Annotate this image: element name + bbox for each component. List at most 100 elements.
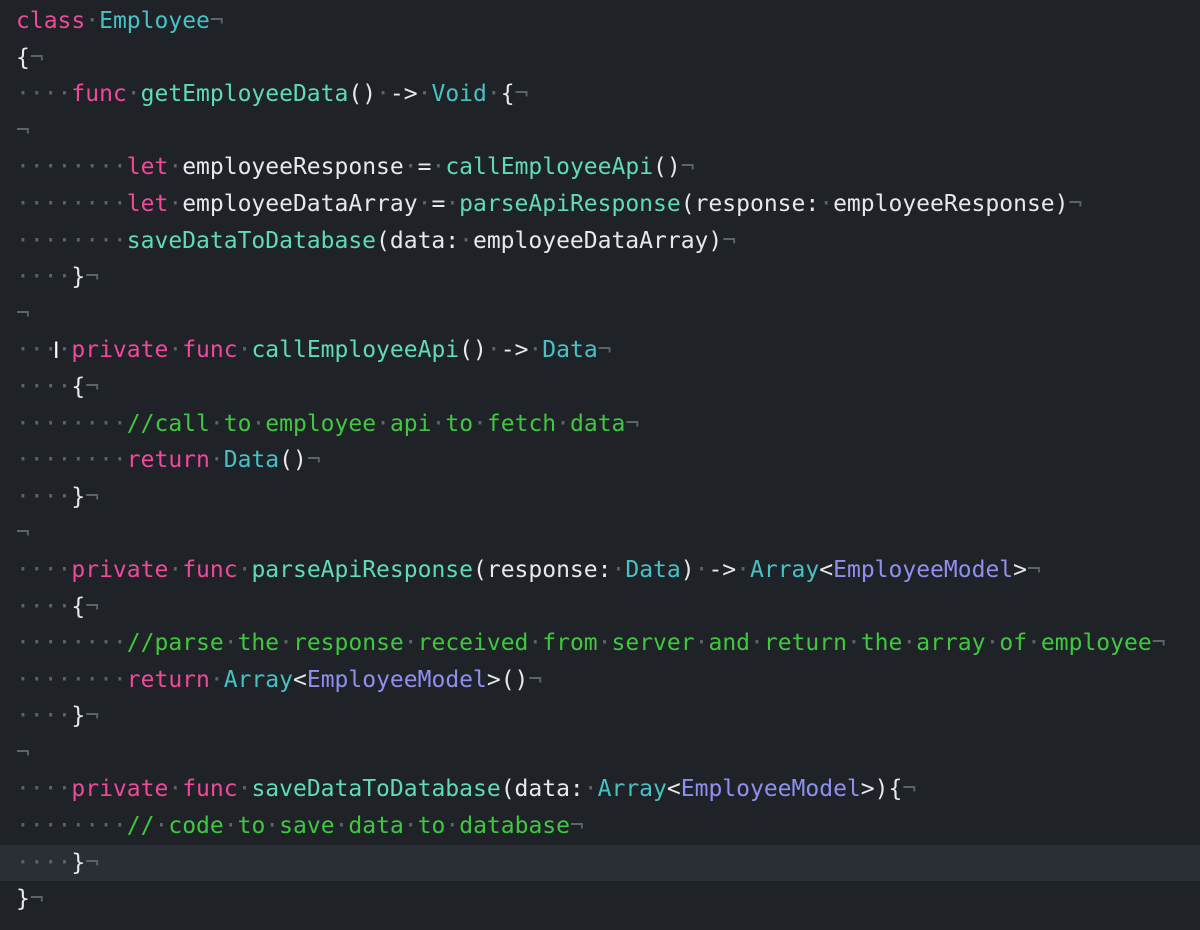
code-line[interactable]: ····}¬ — [0, 844, 1200, 882]
code-token: private — [71, 337, 169, 364]
invisible-char: · — [168, 776, 183, 803]
invisible-char: · — [376, 81, 390, 108]
code-line[interactable]: ········return·Data()¬ — [16, 442, 1200, 479]
code-token: () — [279, 447, 307, 474]
invisible-char: ········ — [16, 630, 127, 657]
code-token: func — [182, 337, 238, 364]
code-token: saveDataToDatabase — [251, 776, 501, 803]
code-token: employee — [265, 410, 377, 437]
code-line[interactable]: ····func·getEmployeeData()·->·Void·{¬ — [16, 76, 1200, 113]
code-token: () — [653, 154, 681, 181]
invisible-char: ¬ — [1027, 556, 1041, 583]
code-line[interactable]: ····private·func·parseApiResponse(respon… — [16, 552, 1200, 589]
invisible-char: ¬ — [85, 593, 100, 620]
invisible-char: · — [528, 630, 543, 657]
code-token: employeeResponse — [182, 154, 404, 181]
code-line[interactable]: {¬ — [16, 40, 1200, 77]
code-token: } — [71, 849, 86, 876]
code-line[interactable]: ¬ — [16, 296, 1200, 333]
invisible-char: ¬ — [85, 483, 100, 510]
invisible-char: ¬ — [29, 886, 44, 913]
code-line[interactable]: ····{¬ — [16, 589, 1200, 626]
invisible-char: · — [431, 154, 446, 181]
code-token: Employee — [99, 8, 210, 34]
code-line[interactable]: }¬ — [16, 881, 1200, 918]
code-token: and — [708, 630, 751, 657]
code-line[interactable]: ····private·func·callEmployeeApi()·->·Da… — [16, 332, 1200, 369]
invisible-char: ¬ — [306, 447, 321, 474]
code-token: the — [237, 630, 280, 657]
code-line[interactable]: ········//call·to·employee·api·to·fetch·… — [16, 406, 1200, 443]
code-line[interactable]: ········//parse·the·response·received·fr… — [16, 625, 1200, 662]
code-token: private — [71, 776, 169, 803]
code-line[interactable]: ····{¬ — [16, 369, 1200, 406]
invisible-char: · — [556, 410, 571, 437]
invisible-char: ···· — [16, 556, 72, 583]
code-line[interactable]: ····}¬ — [16, 259, 1200, 296]
code-token: from — [542, 630, 598, 657]
code-token: database — [459, 813, 570, 840]
invisible-char: · — [237, 556, 252, 583]
code-token: Data — [625, 556, 681, 583]
code-area[interactable]: class·Employee¬ {¬ ····func·getEmployeeDat… — [0, 3, 1200, 918]
code-token: private — [71, 556, 169, 583]
invisible-char: · — [209, 447, 224, 474]
code-token: func — [182, 556, 238, 583]
code-line[interactable]: ····}¬ — [16, 479, 1200, 516]
invisible-char: ···· — [16, 81, 72, 108]
code-line[interactable]: ¬ — [16, 735, 1200, 772]
invisible-char: · — [417, 190, 432, 217]
code-token: { — [16, 44, 30, 71]
invisible-char: ···· — [16, 593, 72, 620]
invisible-char: · — [902, 630, 917, 657]
code-token: server — [611, 630, 695, 657]
code-token: getEmployeeData — [140, 81, 349, 108]
code-token: api — [389, 410, 432, 437]
code-line[interactable]: ········let·employeeResponse·=·callEmplo… — [16, 149, 1200, 186]
invisible-char: ¬ — [29, 44, 44, 71]
code-line[interactable]: ········//·code·to·save·data·to·database… — [16, 808, 1200, 845]
invisible-char: · — [403, 813, 418, 840]
code-token: save — [279, 813, 335, 840]
code-token: func — [71, 81, 127, 108]
code-token: fetch — [486, 410, 557, 437]
code-token: Data — [223, 447, 280, 474]
code-line[interactable]: ····}¬ — [16, 698, 1200, 735]
code-editor[interactable]: class·Employee¬ {¬ ····func·getEmployeeDat… — [0, 0, 1200, 930]
invisible-char: · — [251, 410, 266, 437]
code-token: let — [126, 154, 169, 181]
code-line[interactable]: ········saveDataToDatabase(data:·employe… — [16, 223, 1200, 260]
code-token: to — [223, 410, 252, 437]
invisible-char: ···· — [16, 776, 72, 803]
invisible-char: · — [168, 154, 183, 181]
invisible-char: · — [334, 813, 349, 840]
code-token: return — [126, 666, 210, 693]
code-token: to — [237, 813, 266, 840]
code-line[interactable]: ¬ — [16, 515, 1200, 552]
invisible-char: ¬ — [85, 703, 100, 730]
code-line[interactable]: ¬ — [16, 113, 1200, 150]
invisible-char: · — [1027, 630, 1041, 657]
code-token: = — [417, 154, 432, 181]
invisible-char: · — [154, 813, 169, 840]
invisible-char: ···· — [16, 264, 72, 291]
invisible-char: · — [459, 227, 473, 254]
code-line[interactable]: ········let·employeeDataArray·=·parseApi… — [16, 186, 1200, 223]
invisible-char: · — [223, 813, 238, 840]
code-token: (response: — [473, 556, 612, 583]
code-token: callEmployeeApi — [251, 337, 460, 364]
code-token: > — [1013, 556, 1027, 583]
code-token: (data: — [500, 776, 584, 803]
invisible-char: ¬ — [514, 81, 529, 108]
invisible-char: · — [528, 337, 543, 364]
code-token: Data — [542, 337, 598, 364]
code-token: Array — [597, 776, 667, 803]
code-line[interactable]: class·Employee¬ — [16, 3, 1200, 40]
invisible-char: ¬ — [16, 300, 30, 327]
code-line[interactable]: ········return·Array<EmployeeModel>()¬ — [16, 662, 1200, 699]
code-token: response — [292, 630, 404, 657]
invisible-char: ¬ — [597, 337, 612, 364]
code-line[interactable]: ····private·func·saveDataToDatabase(data… — [16, 771, 1200, 808]
code-token: employeeResponse) — [833, 190, 1069, 217]
code-token: < — [819, 556, 834, 583]
